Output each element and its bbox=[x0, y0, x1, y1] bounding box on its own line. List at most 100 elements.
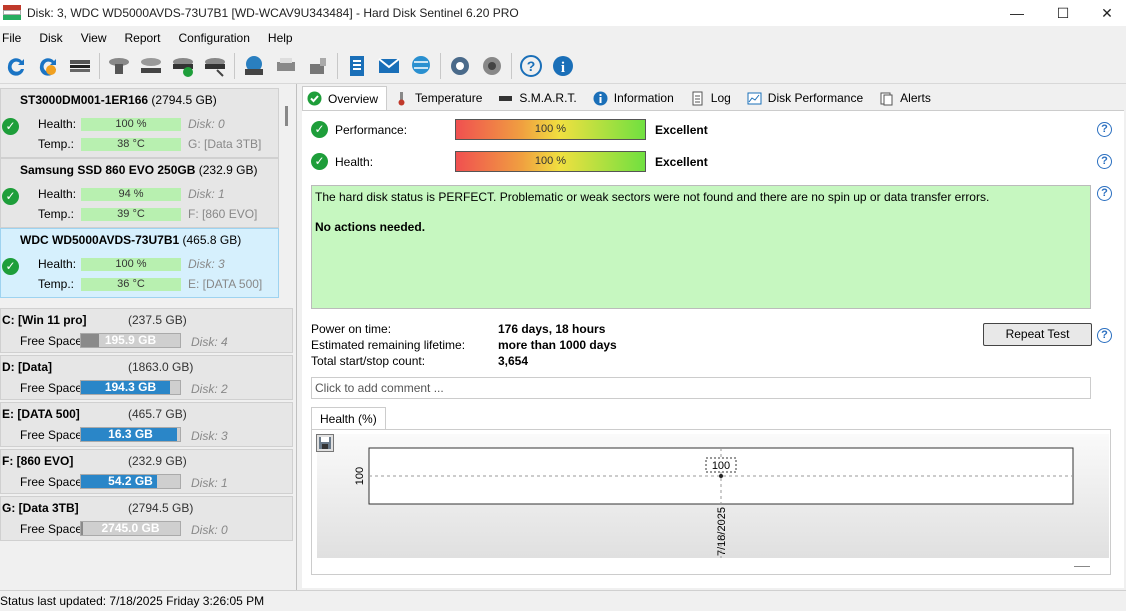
close-button[interactable]: ✕ bbox=[1084, 0, 1126, 26]
status-text: The hard disk status is PERFECT. Problem… bbox=[315, 190, 990, 204]
tab-log[interactable]: Log bbox=[685, 86, 740, 110]
disk-number: Disk: 3 bbox=[188, 257, 225, 271]
toolbar-separator bbox=[440, 52, 441, 79]
free-space-value: 16.3 GB bbox=[108, 427, 153, 441]
disk-list: ST3000DM001-1ER166 (2794.5 GB) ✓ Health:… bbox=[0, 88, 288, 300]
menu-configuration[interactable]: Configuration bbox=[177, 31, 258, 45]
free-space-label: Free Space bbox=[20, 522, 83, 536]
help-icon[interactable]: ? bbox=[1097, 328, 1112, 343]
check-icon: ✓ bbox=[2, 118, 19, 135]
info-icon[interactable]: i bbox=[548, 51, 578, 81]
volume-item[interactable]: E: [DATA 500] (465.7 GB) Free Space 16.3… bbox=[0, 402, 293, 447]
app-icon bbox=[3, 5, 21, 21]
free-space-bar: 194.3 GB bbox=[80, 380, 181, 395]
tab-overview[interactable]: Overview bbox=[302, 86, 388, 110]
tab-information[interactable]: Information bbox=[588, 86, 683, 110]
temp-bar: 39 °C bbox=[81, 208, 181, 221]
x-tick-label: 7/18/2025 bbox=[716, 507, 728, 556]
volume-name: E: [DATA 500] bbox=[2, 407, 80, 421]
free-space-value: 54.2 GB bbox=[108, 474, 153, 488]
volume-disk: Disk: 2 bbox=[191, 382, 228, 396]
help-icon[interactable]: ? bbox=[1097, 154, 1112, 169]
menu-help[interactable]: Help bbox=[266, 31, 301, 45]
toolbar-separator bbox=[234, 52, 235, 79]
volume-size: (465.7 GB) bbox=[128, 407, 187, 421]
email-icon[interactable] bbox=[374, 51, 404, 81]
free-space-bar: 2745.0 GB bbox=[80, 521, 181, 536]
sound-icon[interactable] bbox=[477, 51, 507, 81]
performance-bar: 100 % bbox=[455, 119, 646, 140]
refresh-icon[interactable] bbox=[1, 51, 31, 81]
free-space-value: 2745.0 GB bbox=[101, 521, 160, 535]
volume-size: (2794.5 GB) bbox=[128, 501, 194, 515]
help-icon[interactable]: ? bbox=[1097, 186, 1112, 201]
check-icon: ✓ bbox=[2, 258, 19, 275]
disk-item[interactable]: Samsung SSD 860 EVO 250GB (232.9 GB) ✓ H… bbox=[0, 158, 279, 228]
disk-name: WDC WD5000AVDS-73U7B1 (465.8 GB) bbox=[20, 233, 242, 247]
comment-field[interactable]: Click to add comment ... bbox=[311, 377, 1091, 399]
menu-report[interactable]: Report bbox=[122, 31, 168, 45]
disk-list-scrollbar[interactable] bbox=[285, 106, 288, 126]
volume-size: (232.9 GB) bbox=[128, 454, 187, 468]
disk-ok-icon[interactable] bbox=[168, 51, 198, 81]
printer-icon[interactable] bbox=[271, 51, 301, 81]
volume-item[interactable]: G: [Data 3TB] (2794.5 GB) Free Space 274… bbox=[0, 496, 293, 541]
settings-icon[interactable] bbox=[445, 51, 475, 81]
help-icon[interactable]: ? bbox=[1097, 122, 1112, 137]
temp-bar: 38 °C bbox=[81, 138, 181, 151]
menu-file[interactable]: File bbox=[0, 31, 29, 45]
disk-scan-icon[interactable] bbox=[200, 51, 230, 81]
usb-drive-icon[interactable] bbox=[303, 51, 333, 81]
disk-volume: G: [Data 3TB] bbox=[188, 137, 262, 151]
drive-icon[interactable] bbox=[65, 51, 95, 81]
action-text: No actions needed. bbox=[315, 220, 426, 234]
refresh-warning-icon[interactable] bbox=[33, 51, 63, 81]
repeat-test-button[interactable]: Repeat Test bbox=[983, 323, 1092, 346]
menu-view[interactable]: View bbox=[79, 31, 115, 45]
power-on-value: 176 days, 18 hours bbox=[498, 322, 606, 336]
volume-disk: Disk: 3 bbox=[191, 429, 228, 443]
maximize-button[interactable]: ☐ bbox=[1040, 0, 1086, 26]
help-icon[interactable]: ? bbox=[516, 51, 546, 81]
status-bar: Status last updated: 7/18/2025 Friday 3:… bbox=[0, 590, 1126, 611]
volume-item[interactable]: F: [860 EVO] (232.9 GB) Free Space 54.2 … bbox=[0, 449, 293, 494]
disk-surface-icon[interactable] bbox=[136, 51, 166, 81]
volume-size: (237.5 GB) bbox=[128, 313, 187, 327]
check-icon: ✓ bbox=[311, 153, 328, 170]
health-rating: Excellent bbox=[655, 155, 708, 169]
volume-item[interactable]: D: [Data] (1863.0 GB) Free Space 194.3 G… bbox=[0, 355, 293, 400]
temp-label: Temp.: bbox=[38, 207, 75, 221]
tab-disk-performance[interactable]: Disk Performance bbox=[742, 86, 872, 110]
disk-item[interactable]: ST3000DM001-1ER166 (2794.5 GB) ✓ Health:… bbox=[0, 88, 279, 158]
web-report-icon[interactable] bbox=[406, 51, 436, 81]
chart-tab-health[interactable]: Health (%) bbox=[311, 407, 386, 429]
tab-alerts[interactable]: Alerts bbox=[874, 86, 940, 110]
toolbar-separator bbox=[511, 52, 512, 79]
disk-item-selected[interactable]: WDC WD5000AVDS-73U7B1 (465.8 GB) ✓ Healt… bbox=[0, 228, 279, 298]
free-space-label: Free Space bbox=[20, 428, 83, 442]
alerts-icon bbox=[879, 91, 894, 106]
lifetime-value: more than 1000 days bbox=[498, 338, 617, 352]
resize-grip[interactable] bbox=[1074, 566, 1090, 567]
save-icon[interactable] bbox=[316, 434, 334, 452]
tab-smart[interactable]: S.M.A.R.T. bbox=[493, 86, 585, 110]
startstop-label: Total start/stop count: bbox=[311, 354, 426, 368]
minimize-button[interactable]: — bbox=[994, 0, 1040, 26]
toolbar-separator bbox=[337, 52, 338, 79]
tab-temperature[interactable]: Temperature bbox=[389, 86, 491, 110]
disk-name: Samsung SSD 860 EVO 250GB (232.9 GB) bbox=[20, 163, 258, 177]
performance-label: Performance: bbox=[335, 123, 408, 137]
panel-splitter[interactable] bbox=[296, 84, 297, 590]
disk-test-icon[interactable] bbox=[104, 51, 134, 81]
free-space-bar: 54.2 GB bbox=[80, 474, 181, 489]
volume-name: D: [Data] bbox=[2, 360, 52, 374]
volume-item[interactable]: C: [Win 11 pro] (237.5 GB) Free Space 19… bbox=[0, 308, 293, 353]
document-icon bbox=[690, 91, 705, 106]
toolbar: ? i bbox=[0, 48, 1126, 84]
menu-disk[interactable]: Disk bbox=[37, 31, 70, 45]
health-label: Health: bbox=[38, 117, 77, 131]
network-drive-icon[interactable] bbox=[239, 51, 269, 81]
report-icon[interactable] bbox=[342, 51, 372, 81]
health-chart: 100 100 7/18/2025 bbox=[354, 447, 1074, 558]
free-space-value: 194.3 GB bbox=[104, 380, 157, 394]
